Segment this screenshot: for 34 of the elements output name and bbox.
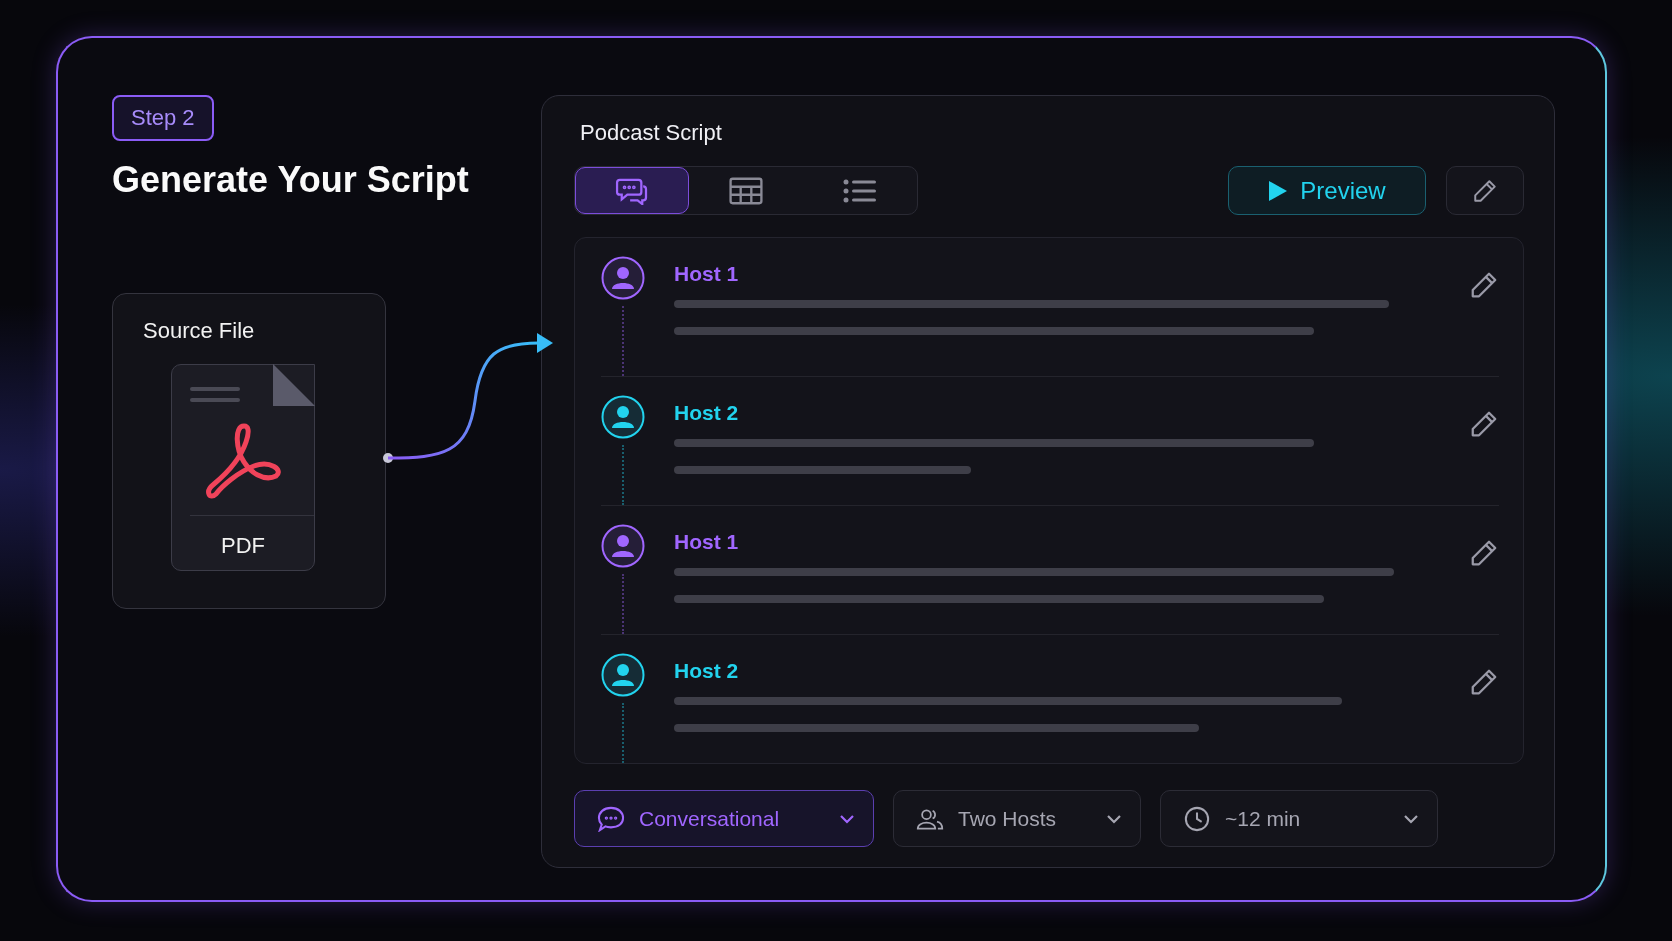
pencil-icon[interactable] bbox=[1469, 667, 1499, 697]
speaker-name: Host 1 bbox=[674, 262, 740, 286]
chat-bubble-icon bbox=[597, 805, 625, 832]
person-avatar-icon bbox=[601, 395, 645, 439]
text-lines-icon bbox=[190, 385, 240, 405]
chevron-down-icon bbox=[1106, 813, 1122, 824]
preview-button[interactable]: Preview bbox=[1228, 166, 1426, 215]
style-dropdown[interactable]: Conversational bbox=[574, 790, 874, 847]
person-avatar-icon bbox=[601, 524, 645, 568]
speaker-name: Host 2 bbox=[674, 659, 740, 683]
page-fold-icon bbox=[273, 364, 315, 406]
edit-button[interactable] bbox=[1446, 166, 1524, 215]
person-avatar-icon bbox=[601, 256, 645, 300]
source-title: Source File bbox=[143, 318, 256, 344]
panel-title: Podcast Script bbox=[580, 120, 723, 146]
person-avatar-icon bbox=[601, 653, 645, 697]
pencil-icon[interactable] bbox=[1469, 270, 1499, 300]
speaker-name: Host 2 bbox=[674, 401, 740, 425]
file-type-label: PDF bbox=[220, 533, 266, 559]
pencil-icon[interactable] bbox=[1469, 538, 1499, 568]
pencil-icon[interactable] bbox=[1469, 409, 1499, 439]
chat-view-tab[interactable] bbox=[575, 167, 689, 214]
chevron-down-icon bbox=[1403, 813, 1419, 824]
step-badge: Step 2 bbox=[112, 95, 214, 141]
speaker-name: Host 1 bbox=[674, 530, 740, 554]
chat-bubbles-icon bbox=[615, 176, 649, 205]
pencil-icon bbox=[1472, 177, 1498, 204]
clock-icon bbox=[1183, 805, 1211, 832]
duration-dropdown[interactable]: ~12 min bbox=[1160, 790, 1438, 847]
hosts-dropdown[interactable]: Two Hosts bbox=[893, 790, 1141, 847]
chevron-down-icon bbox=[839, 813, 855, 824]
play-icon bbox=[1268, 179, 1289, 202]
page-title: Generate Your Script bbox=[112, 159, 470, 201]
table-icon bbox=[729, 176, 763, 205]
